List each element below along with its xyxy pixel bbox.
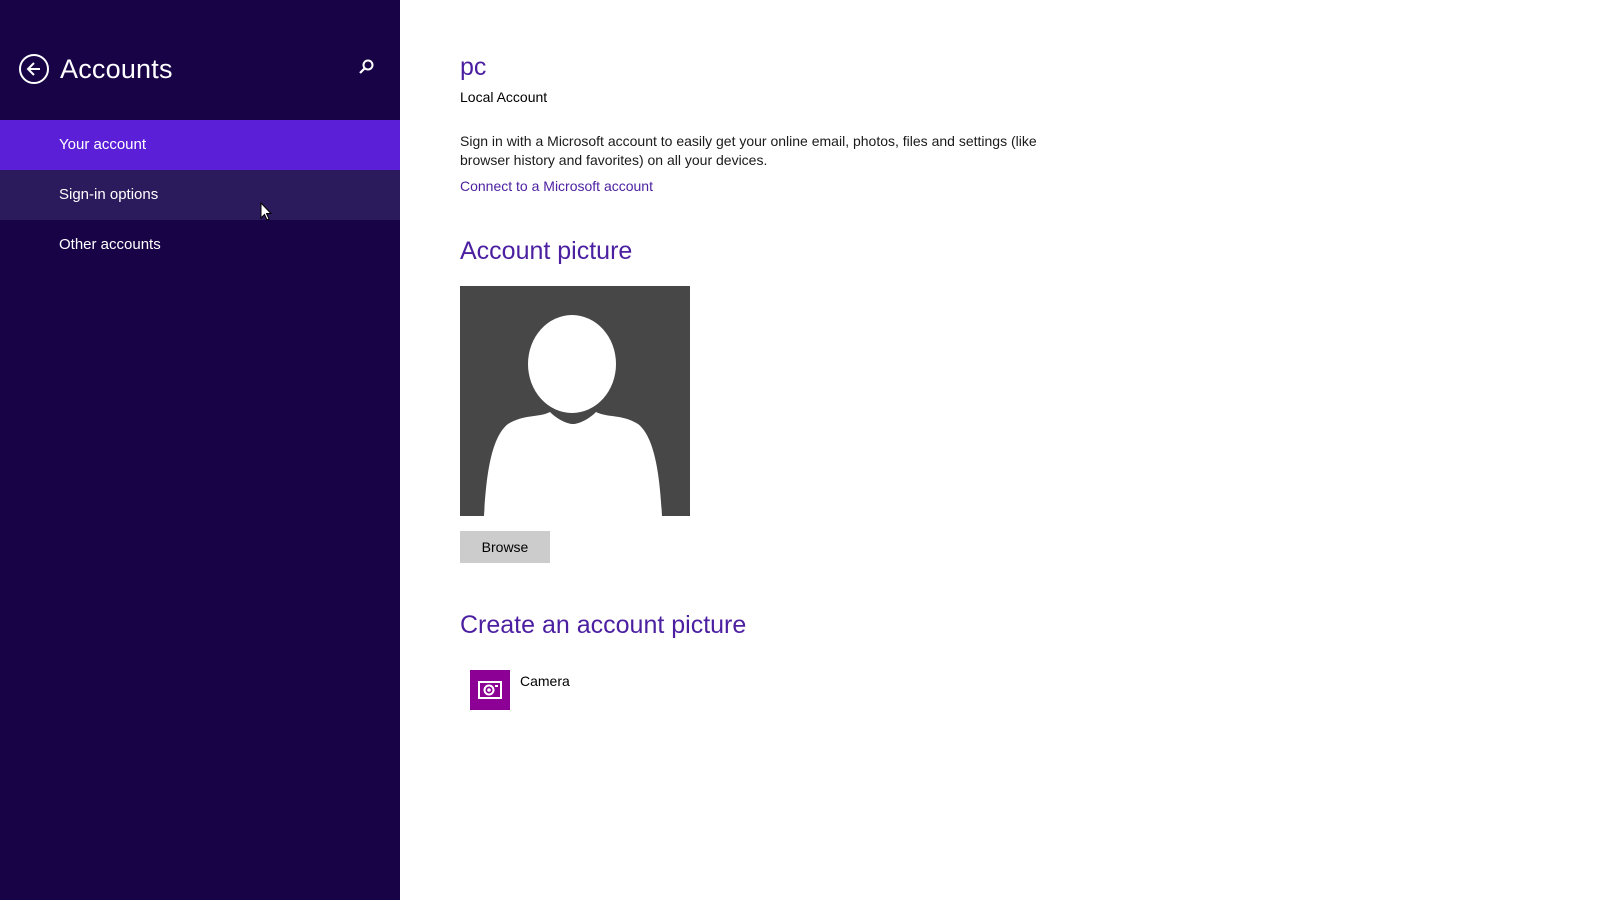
sidebar: Accounts Your account Sign-in options Ot…: [0, 0, 400, 900]
back-button[interactable]: [19, 54, 49, 84]
sidebar-item-sign-in-options[interactable]: Sign-in options: [0, 170, 400, 220]
sidebar-item-other-accounts[interactable]: Other accounts: [0, 220, 400, 270]
sidebar-item-label: Other accounts: [59, 236, 161, 253]
account-picture-heading: Account picture: [460, 237, 633, 265]
sidebar-item-your-account[interactable]: Your account: [0, 120, 400, 170]
browse-button[interactable]: Browse: [460, 531, 550, 563]
search-icon: [359, 59, 374, 74]
sidebar-header: Accounts: [0, 0, 400, 120]
user-silhouette-icon: [484, 315, 662, 516]
account-picture: [460, 286, 690, 516]
sidebar-title: Accounts: [60, 54, 173, 84]
back-arrow-icon: [26, 62, 40, 76]
camera-icon: [478, 681, 502, 699]
sidebar-item-label: Sign-in options: [59, 186, 159, 203]
camera-label: Camera: [520, 673, 570, 689]
mouse-cursor-icon: [260, 202, 273, 221]
camera-tile: [470, 670, 510, 710]
nav-list: Your account Sign-in options Other accou…: [0, 120, 400, 270]
connect-microsoft-account-link[interactable]: Connect to a Microsoft account: [460, 177, 653, 195]
account-type: Local Account: [460, 89, 548, 105]
main-content: pc Local Account Sign in with a Microsof…: [460, 0, 1560, 900]
account-description: Sign in with a Microsoft account to easi…: [460, 133, 1037, 168]
create-account-picture-heading: Create an account picture: [460, 611, 747, 639]
camera-app-item[interactable]: Camera: [470, 670, 670, 712]
user-name: pc: [460, 53, 487, 81]
sidebar-item-label: Your account: [59, 136, 147, 153]
settings-window: Accounts Your account Sign-in options Ot…: [0, 0, 1600, 900]
search-button[interactable]: [358, 58, 382, 82]
